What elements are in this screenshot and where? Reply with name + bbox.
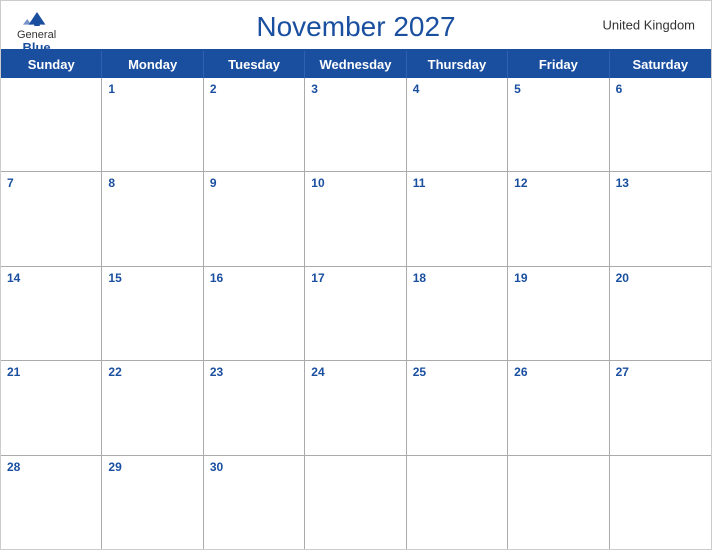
day-number-29: 29: [108, 460, 196, 474]
header-monday: Monday: [102, 51, 203, 78]
day-number-13: 13: [616, 176, 705, 190]
day-cell-15: 15: [102, 267, 203, 360]
day-number-7: 7: [7, 176, 95, 190]
day-cell-8: 8: [102, 172, 203, 265]
day-number-6: 6: [616, 82, 705, 96]
header-thursday: Thursday: [407, 51, 508, 78]
day-cell-2: 2: [204, 78, 305, 171]
day-number-14: 14: [7, 271, 95, 285]
day-number-17: 17: [311, 271, 399, 285]
day-number-28: 28: [7, 460, 95, 474]
day-number-21: 21: [7, 365, 95, 379]
day-cell-17: 17: [305, 267, 406, 360]
day-cell-30: 30: [204, 456, 305, 549]
day-cell-5: 5: [508, 78, 609, 171]
header-wednesday: Wednesday: [305, 51, 406, 78]
day-cell-19: 19: [508, 267, 609, 360]
day-number-3: 3: [311, 82, 399, 96]
day-cell-11: 11: [407, 172, 508, 265]
day-headers-row: Sunday Monday Tuesday Wednesday Thursday…: [1, 51, 711, 78]
day-cell-1: 1: [102, 78, 203, 171]
day-number-8: 8: [108, 176, 196, 190]
day-number-30: 30: [210, 460, 298, 474]
day-cell-empty-3: [407, 456, 508, 549]
week-row-5: 28 29 30: [1, 456, 711, 549]
day-cell-3: 3: [305, 78, 406, 171]
logo-icon: [23, 9, 51, 29]
day-cell-12: 12: [508, 172, 609, 265]
header-saturday: Saturday: [610, 51, 711, 78]
day-cell-empty-5: [610, 456, 711, 549]
day-cell-6: 6: [610, 78, 711, 171]
day-cell-20: 20: [610, 267, 711, 360]
day-number-18: 18: [413, 271, 501, 285]
day-number-26: 26: [514, 365, 602, 379]
day-cell-25: 25: [407, 361, 508, 454]
day-number-10: 10: [311, 176, 399, 190]
week-row-4: 21 22 23 24 25 26 27: [1, 361, 711, 455]
week-row-2: 7 8 9 10 11 12 13: [1, 172, 711, 266]
day-cell-13: 13: [610, 172, 711, 265]
day-number-11: 11: [413, 176, 501, 190]
day-number-5: 5: [514, 82, 602, 96]
day-cell-10: 10: [305, 172, 406, 265]
day-number-25: 25: [413, 365, 501, 379]
day-cell-16: 16: [204, 267, 305, 360]
day-number-1: 1: [108, 82, 196, 96]
day-cell-7: 7: [1, 172, 102, 265]
week-row-1: 1 2 3 4 5 6: [1, 78, 711, 172]
day-cell-empty-1: [1, 78, 102, 171]
day-cell-28: 28: [1, 456, 102, 549]
day-cell-22: 22: [102, 361, 203, 454]
day-cell-4: 4: [407, 78, 508, 171]
day-number-24: 24: [311, 365, 399, 379]
week-row-3: 14 15 16 17 18 19 20: [1, 267, 711, 361]
logo: General Blue: [17, 9, 56, 55]
month-title: November 2027: [256, 11, 455, 43]
day-cell-26: 26: [508, 361, 609, 454]
day-number-9: 9: [210, 176, 298, 190]
calendar: General Blue November 2027 United Kingdo…: [0, 0, 712, 550]
header-tuesday: Tuesday: [204, 51, 305, 78]
day-cell-21: 21: [1, 361, 102, 454]
weeks-container: 1 2 3 4 5 6 7 8 9 10 11 12 13 14 15 16: [1, 78, 711, 549]
day-cell-18: 18: [407, 267, 508, 360]
day-cell-empty-2: [305, 456, 406, 549]
header-friday: Friday: [508, 51, 609, 78]
day-number-2: 2: [210, 82, 298, 96]
day-number-20: 20: [616, 271, 705, 285]
day-number-12: 12: [514, 176, 602, 190]
day-cell-24: 24: [305, 361, 406, 454]
day-cell-23: 23: [204, 361, 305, 454]
day-cell-14: 14: [1, 267, 102, 360]
day-number-16: 16: [210, 271, 298, 285]
calendar-grid: Sunday Monday Tuesday Wednesday Thursday…: [1, 49, 711, 549]
day-number-15: 15: [108, 271, 196, 285]
day-number-22: 22: [108, 365, 196, 379]
day-cell-9: 9: [204, 172, 305, 265]
day-number-19: 19: [514, 271, 602, 285]
calendar-header: General Blue November 2027 United Kingdo…: [1, 1, 711, 49]
day-cell-29: 29: [102, 456, 203, 549]
day-number-27: 27: [616, 365, 705, 379]
day-number-23: 23: [210, 365, 298, 379]
day-cell-empty-4: [508, 456, 609, 549]
day-cell-27: 27: [610, 361, 711, 454]
logo-blue-text: Blue: [22, 41, 50, 55]
day-number-4: 4: [413, 82, 501, 96]
country-label: United Kingdom: [603, 18, 696, 33]
